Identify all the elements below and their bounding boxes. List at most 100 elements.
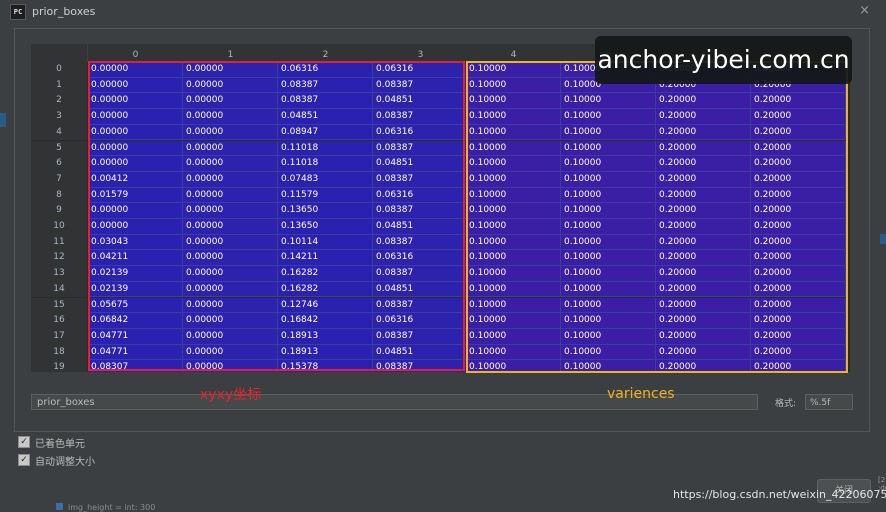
table-cell[interactable]: 0.18913 <box>278 328 373 345</box>
column-header-1[interactable]: 1 <box>183 44 279 62</box>
table-cell[interactable]: 0.16282 <box>278 266 373 282</box>
table-cell[interactable]: 0.10000 <box>561 281 656 298</box>
table-cell[interactable]: 0.16842 <box>278 313 373 329</box>
table-cell[interactable]: 0.10000 <box>466 156 561 172</box>
table-cell[interactable]: 0.07483 <box>278 171 373 188</box>
table-cell[interactable]: 0.00000 <box>183 297 278 314</box>
table-cell[interactable]: 0.10000 <box>561 93 656 110</box>
table-cell[interactable]: 0.00000 <box>88 93 183 110</box>
table-cell[interactable]: 0.20000 <box>751 171 846 188</box>
table-cell[interactable]: 0.14211 <box>278 250 373 267</box>
table-cell[interactable]: 0.10000 <box>466 297 561 314</box>
data-table[interactable]: 0123456700.000000.000000.063160.063160.1… <box>31 44 850 372</box>
table-cell[interactable]: 0.10000 <box>466 171 561 188</box>
table-cell[interactable]: 0.00000 <box>183 109 278 125</box>
table-cell[interactable]: 0.00000 <box>183 77 278 94</box>
table-cell[interactable]: 0.20000 <box>656 266 751 282</box>
table-cell[interactable]: 0.20000 <box>751 109 846 125</box>
table-cell[interactable]: 0.20000 <box>751 234 846 251</box>
table-cell[interactable]: 0.13650 <box>278 203 373 219</box>
table-cell[interactable]: 0.20000 <box>751 313 846 329</box>
table-cell[interactable]: 0.08387 <box>373 109 468 125</box>
table-cell[interactable]: 0.06316 <box>373 250 468 267</box>
table-cell[interactable]: 0.11018 <box>278 156 373 172</box>
table-cell[interactable]: 0.10000 <box>466 344 561 361</box>
table-cell[interactable]: 0.10000 <box>561 203 656 219</box>
table-cell[interactable]: 0.08387 <box>373 360 468 372</box>
table-cell[interactable]: 0.10000 <box>466 62 561 78</box>
table-cell[interactable]: 0.10000 <box>561 313 656 329</box>
table-cell[interactable]: 0.10114 <box>278 234 373 251</box>
auto-resize-checkbox[interactable]: ✓ <box>18 454 30 466</box>
table-cell[interactable]: 0.10000 <box>466 219 561 235</box>
table-cell[interactable]: 0.00000 <box>183 203 278 219</box>
table-cell[interactable]: 0.11018 <box>278 140 373 157</box>
table-cell[interactable]: 0.10000 <box>561 187 656 204</box>
table-cell[interactable]: 0.20000 <box>751 140 846 157</box>
table-cell[interactable]: 0.20000 <box>656 171 751 188</box>
table-cell[interactable]: 0.10000 <box>561 250 656 267</box>
table-cell[interactable]: 0.10000 <box>561 328 656 345</box>
table-cell[interactable]: 0.00000 <box>183 344 278 361</box>
table-cell[interactable]: 0.15378 <box>278 360 373 372</box>
table-cell[interactable]: 0.20000 <box>656 93 751 110</box>
table-cell[interactable]: 0.04851 <box>278 109 373 125</box>
table-cell[interactable]: 0.20000 <box>656 297 751 314</box>
table-cell[interactable]: 0.00000 <box>183 328 278 345</box>
table-cell[interactable]: 0.08387 <box>278 77 373 94</box>
column-header-4[interactable]: 4 <box>466 44 562 62</box>
table-cell[interactable]: 0.20000 <box>751 187 846 204</box>
table-cell[interactable]: 0.10000 <box>561 171 656 188</box>
table-cell[interactable]: 0.20000 <box>656 281 751 298</box>
table-cell[interactable]: 0.06842 <box>88 313 183 329</box>
table-cell[interactable]: 0.00000 <box>183 360 278 372</box>
table-cell[interactable]: 0.06316 <box>278 62 373 78</box>
table-cell[interactable]: 0.00000 <box>88 140 183 157</box>
table-cell[interactable]: 0.08387 <box>373 234 468 251</box>
table-cell[interactable]: 0.20000 <box>656 313 751 329</box>
table-cell[interactable]: 0.10000 <box>466 313 561 329</box>
table-cell[interactable]: 0.10000 <box>561 124 656 141</box>
table-cell[interactable]: 0.10000 <box>466 187 561 204</box>
table-cell[interactable]: 0.20000 <box>656 219 751 235</box>
table-cell[interactable]: 0.10000 <box>561 360 656 372</box>
table-cell[interactable]: 0.00000 <box>183 124 278 141</box>
table-cell[interactable]: 0.12746 <box>278 297 373 314</box>
table-cell[interactable]: 0.20000 <box>751 93 846 110</box>
table-cell[interactable]: 0.04851 <box>373 93 468 110</box>
table-cell[interactable]: 0.20000 <box>751 203 846 219</box>
table-cell[interactable]: 0.08387 <box>373 297 468 314</box>
table-cell[interactable]: 0.10000 <box>466 140 561 157</box>
table-cell[interactable]: 0.20000 <box>751 266 846 282</box>
table-cell[interactable]: 0.13650 <box>278 219 373 235</box>
table-cell[interactable]: 0.10000 <box>466 109 561 125</box>
table-cell[interactable]: 0.20000 <box>656 109 751 125</box>
column-header-3[interactable]: 3 <box>373 44 469 62</box>
table-cell[interactable]: 0.10000 <box>561 234 656 251</box>
table-cell[interactable]: 0.10000 <box>561 266 656 282</box>
table-cell[interactable]: 0.00000 <box>183 266 278 282</box>
table-cell[interactable]: 0.08947 <box>278 124 373 141</box>
table-cell[interactable]: 0.04851 <box>373 281 468 298</box>
table-cell[interactable]: 0.10000 <box>466 281 561 298</box>
table-cell[interactable]: 0.20000 <box>751 344 846 361</box>
table-cell[interactable]: 0.00000 <box>183 281 278 298</box>
table-cell[interactable]: 0.08387 <box>373 171 468 188</box>
table-cell[interactable]: 0.11579 <box>278 187 373 204</box>
table-cell[interactable]: 0.04771 <box>88 344 183 361</box>
table-cell[interactable]: 0.06316 <box>373 313 468 329</box>
table-cell[interactable]: 0.10000 <box>561 140 656 157</box>
table-cell[interactable]: 0.00000 <box>183 156 278 172</box>
table-cell[interactable]: 0.10000 <box>466 124 561 141</box>
table-cell[interactable]: 0.00000 <box>183 171 278 188</box>
table-cell[interactable]: 0.20000 <box>656 250 751 267</box>
table-cell[interactable]: 0.20000 <box>751 297 846 314</box>
table-cell[interactable]: 0.10000 <box>466 203 561 219</box>
table-cell[interactable]: 0.10000 <box>466 234 561 251</box>
column-header-0[interactable]: 0 <box>88 44 184 62</box>
table-cell[interactable]: 0.20000 <box>656 344 751 361</box>
table-cell[interactable]: 0.20000 <box>656 203 751 219</box>
table-cell[interactable]: 0.08387 <box>278 93 373 110</box>
table-cell[interactable]: 0.00000 <box>183 187 278 204</box>
table-cell[interactable]: 0.01579 <box>88 187 183 204</box>
